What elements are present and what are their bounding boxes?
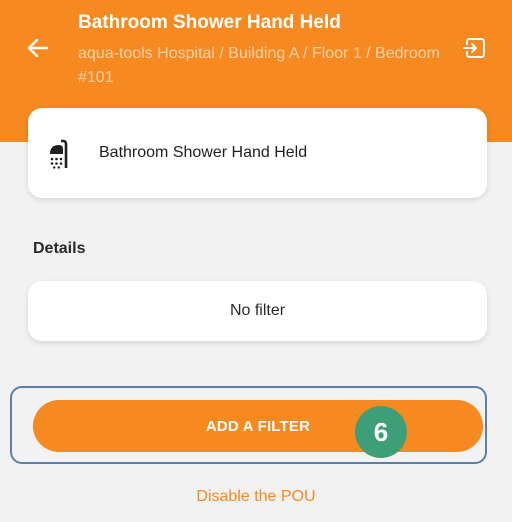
- device-name: Bathroom Shower Hand Held: [99, 144, 308, 161]
- add-filter-button[interactable]: ADD A FILTER: [33, 400, 483, 452]
- back-button[interactable]: [24, 34, 52, 62]
- filter-status-text: No filter: [229, 302, 286, 319]
- filter-status-card: No filter: [28, 281, 487, 341]
- details-heading: Details: [33, 240, 86, 257]
- exit-button[interactable]: [459, 33, 489, 63]
- disable-pou-link[interactable]: Disable the POU: [0, 488, 512, 506]
- step-badge: 6: [355, 406, 407, 458]
- shower-icon: [50, 139, 68, 169]
- page-title: Bathroom Shower Hand Held: [78, 12, 341, 33]
- add-filter-label: ADD A FILTER: [205, 417, 311, 435]
- device-card: Bathroom Shower Hand Held: [28, 108, 487, 198]
- exit-icon: [463, 38, 485, 58]
- arrow-left-icon: [27, 38, 49, 58]
- location-breadcrumb: aqua-tools Hospital / Building A / Floor…: [78, 45, 440, 86]
